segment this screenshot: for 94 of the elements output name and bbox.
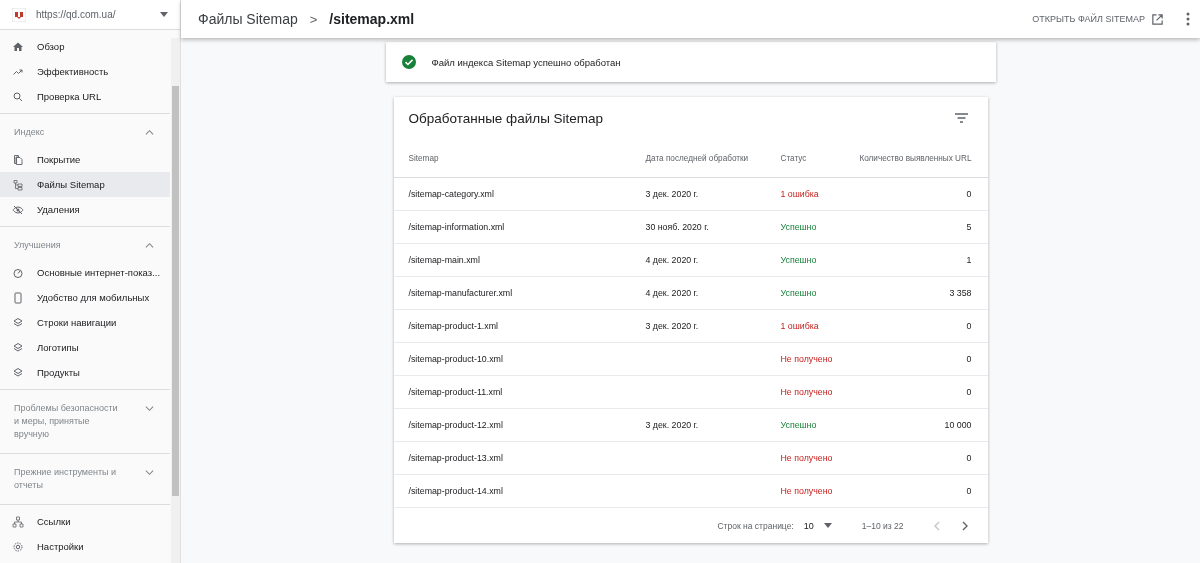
section-header[interactable]: Проблемы безопасности и меры, принятые вручную xyxy=(0,394,170,449)
dropdown-caret-icon xyxy=(160,12,168,17)
more-options-icon[interactable] xyxy=(1186,12,1190,26)
status-cell: 1 ошибка xyxy=(779,177,841,211)
table-cell: 5 xyxy=(840,210,988,244)
settings-icon xyxy=(12,540,24,553)
status-cell: Успешно xyxy=(779,210,841,244)
sidebar-item[interactable]: Проверка URL xyxy=(0,84,170,109)
table-cell: 3 дек. 2020 г. xyxy=(644,408,780,442)
rows-per-page-dropdown[interactable]: 10 xyxy=(803,520,832,531)
hierarchy-icon xyxy=(12,515,24,528)
sidebar-item[interactable]: Настройки xyxy=(0,534,170,559)
table-cell: /sitemap-information.xml xyxy=(393,210,645,244)
status-cell: Не получено xyxy=(779,375,841,409)
table-cell: 0 xyxy=(840,309,988,343)
page-title: /sitemap.xml xyxy=(329,11,416,27)
table-cell: /sitemap-category.xml xyxy=(393,177,645,211)
status-cell: 1 ошибка xyxy=(779,309,841,343)
column-header[interactable]: Статус xyxy=(779,139,841,178)
table-cell: /sitemap-product-10.xml xyxy=(393,342,645,376)
column-header[interactable]: Количество выявленных URL xyxy=(840,139,988,178)
status-cell: Успешно xyxy=(779,243,841,277)
rows-per-page-label: Строк на странице: xyxy=(717,520,794,531)
property-selector[interactable]: https://qd.com.ua/ xyxy=(0,0,180,30)
sitemap-icon xyxy=(12,178,24,191)
column-header[interactable]: Дата последней обработки xyxy=(644,139,780,178)
breadcrumb-link[interactable]: Файлы Sitemap xyxy=(198,11,298,27)
chevron-left-icon xyxy=(932,520,941,531)
table-cell: /sitemap-product-14.xml xyxy=(393,474,645,508)
sidebar-item[interactable]: Строки навигации xyxy=(0,310,170,335)
crossed-eye-icon xyxy=(12,203,24,216)
chevron-right-icon xyxy=(960,520,969,531)
table-cell: 0 xyxy=(840,342,988,376)
table-cell: /sitemap-manufacturer.xml xyxy=(393,276,645,310)
table-cell: 4 дек. 2020 г. xyxy=(644,276,780,310)
status-cell: Не получено xyxy=(779,441,841,475)
filter-icon[interactable] xyxy=(954,113,968,123)
sidebar-item[interactable]: Ссылки xyxy=(0,509,170,534)
sidebar-item[interactable]: Продукты xyxy=(0,360,170,385)
sidebar-item[interactable]: Обзор xyxy=(0,34,170,59)
sidebar-item[interactable]: Файлы Sitemap xyxy=(0,172,170,197)
table-cell: /sitemap-product-11.xml xyxy=(393,375,645,409)
site-favicon-icon xyxy=(12,7,26,22)
section-header[interactable]: Индекс xyxy=(0,118,170,147)
property-url: https://qd.com.ua/ xyxy=(36,9,117,20)
table-cell: 3 дек. 2020 г. xyxy=(644,177,780,211)
breadcrumb-separator: > xyxy=(309,11,318,27)
layers-icon xyxy=(12,316,24,329)
table-cell: /sitemap-main.xml xyxy=(393,243,645,277)
table-title: Обработанные файлы Sitemap xyxy=(408,110,604,126)
table-cell: /sitemap-product-13.xml xyxy=(393,441,645,475)
chevron-icon xyxy=(145,241,154,250)
sidebar-item[interactable]: Логотипы xyxy=(0,335,170,360)
section-header[interactable]: Прежние инструменты и отчеты xyxy=(0,458,170,500)
sidebar-item[interactable]: Удаления xyxy=(0,197,170,222)
search-icon xyxy=(12,90,24,103)
table-cell: 0 xyxy=(840,375,988,409)
table-cell: 0 xyxy=(840,474,988,508)
table-cell: 3 358 xyxy=(840,276,988,310)
page-range: 1–10 из 22 xyxy=(861,520,904,531)
table-cell: 10 000 xyxy=(840,408,988,442)
table-cell: 1 xyxy=(840,243,988,277)
sidebar-item[interactable]: Покрытие xyxy=(0,147,170,172)
chevron-icon xyxy=(145,128,154,137)
column-header[interactable]: Sitemap xyxy=(393,139,645,178)
table-cell: /sitemap-product-1.xml xyxy=(393,309,645,343)
sidebar-item[interactable]: Эффективность xyxy=(0,59,170,84)
open-sitemap-button[interactable]: ОТКРЫТЬ ФАЙЛ SITEMAP xyxy=(1032,12,1164,26)
table-cell: 0 xyxy=(840,441,988,475)
status-cell: Успешно xyxy=(779,276,841,310)
pages-icon xyxy=(12,153,24,166)
table-cell: 30 нояб. 2020 г. xyxy=(644,210,780,244)
dropdown-caret-icon xyxy=(823,523,832,528)
chevron-icon xyxy=(145,468,154,477)
sidebar-item[interactable]: Удобство для мобильных xyxy=(0,285,170,310)
section-header[interactable]: Улучшения xyxy=(0,231,170,260)
phone-icon xyxy=(12,291,24,304)
gauge-icon xyxy=(12,266,24,279)
status-cell: Не получено xyxy=(779,342,841,376)
status-cell: Не получено xyxy=(779,474,841,508)
layers-icon xyxy=(12,341,24,354)
home-icon xyxy=(12,40,24,53)
status-cell: Успешно xyxy=(779,408,841,442)
sidebar-item[interactable]: Основные интернет-показ... xyxy=(0,260,170,285)
scrollbar[interactable] xyxy=(171,38,180,563)
external-link-icon xyxy=(1151,12,1164,26)
table-cell: 4 дек. 2020 г. xyxy=(644,243,780,277)
table-cell: 0 xyxy=(840,177,988,211)
banner-text: Файл индекса Sitemap успешно обработан xyxy=(431,56,621,68)
success-check-icon xyxy=(401,55,416,69)
table-cell: 3 дек. 2020 г. xyxy=(644,309,780,343)
layers-icon xyxy=(12,366,24,379)
chevron-icon xyxy=(145,404,154,413)
table-cell: /sitemap-product-12.xml xyxy=(393,408,645,442)
